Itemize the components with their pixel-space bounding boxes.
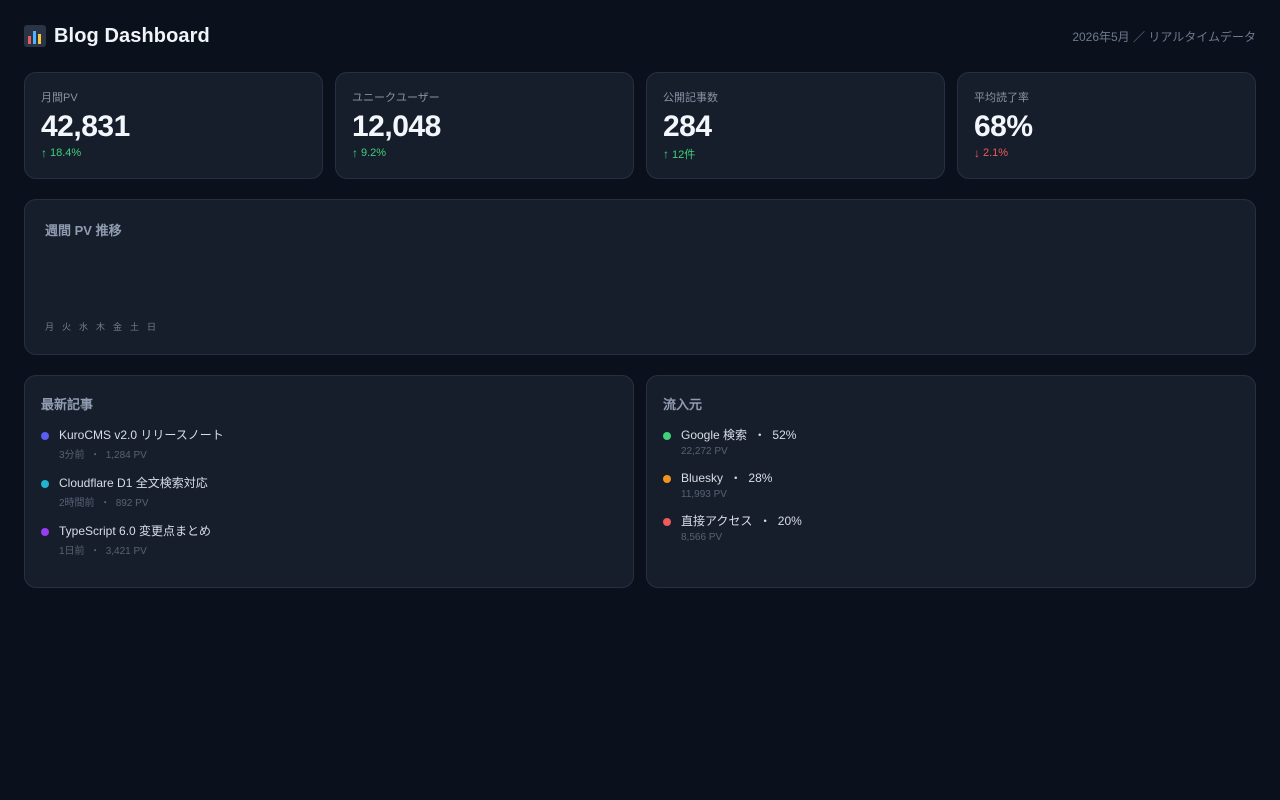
date-subtitle: 2026年5月 ／ リアルタイムデータ — [1072, 29, 1256, 44]
source-name-line: Google 検索 ・ 52% — [681, 427, 1239, 443]
post-item[interactable]: KuroCMS v2.0 リリースノート 3分前 ・ 1,284 PV — [41, 427, 617, 461]
chart-plot-area — [45, 250, 1235, 320]
stat-delta-value: 12件 — [672, 149, 696, 161]
post-pv: 892 PV — [115, 498, 149, 509]
stat-label: 月間PV — [41, 92, 78, 104]
stat-label: 平均読了率 — [974, 92, 1029, 104]
traffic-sources-panel: 流入元 Google 検索 ・ 52% 22,272 PV Bluesky ・ … — [646, 375, 1256, 588]
bar-chart-icon — [24, 25, 46, 47]
post-time: 1日前 — [59, 546, 85, 557]
source-item: 直接アクセス ・ 20% 8,566 PV — [663, 513, 1239, 543]
source-item: Bluesky ・ 28% 11,993 PV — [663, 470, 1239, 500]
arrow-up-icon: ↑ — [352, 146, 358, 160]
stat-delta-value: 9.2% — [361, 147, 387, 159]
stat-value: 12,048 — [352, 110, 441, 143]
chart-x-tick-label: 火 — [62, 322, 72, 332]
stat-card-unique-users: ユニークユーザー 12,048 ↑ 9.2% — [335, 72, 634, 179]
post-title[interactable]: TypeScript 6.0 変更点まとめ — [59, 523, 617, 539]
post-item[interactable]: TypeScript 6.0 変更点まとめ 1日前 ・ 3,421 PV — [41, 523, 617, 557]
post-meta: 3分前 ・ 1,284 PV — [59, 446, 617, 461]
stat-card-published-posts: 公開記事数 284 ↑ 12件 — [646, 72, 945, 179]
meta-separator: ・ — [97, 498, 113, 509]
source-name-line: Bluesky ・ 28% — [681, 470, 1239, 486]
meta-separator: ・ — [87, 450, 103, 461]
weekly-pv-chart: 週間 PV 推移 月火水木金土日 — [24, 199, 1256, 355]
chart-x-tick-label: 日 — [147, 322, 157, 332]
source-percent: 52% — [772, 428, 797, 442]
stat-delta-value: 2.1% — [983, 147, 1009, 159]
source-percent: 20% — [777, 514, 802, 528]
meta-separator: ・ — [755, 514, 775, 528]
bottom-panels: 最新記事 KuroCMS v2.0 リリースノート 3分前 ・ 1,284 PV… — [24, 375, 1256, 588]
stat-value: 68% — [974, 110, 1033, 143]
source-pv: 11,993 PV — [681, 489, 727, 500]
chart-x-axis: 月火水木金土日 — [45, 320, 156, 333]
page-title-text: Blog Dashboard — [54, 24, 210, 47]
stat-label: ユニークユーザー — [352, 92, 440, 104]
recent-posts-title: 最新記事 — [41, 397, 94, 412]
chart-x-tick-label: 金 — [113, 322, 123, 332]
stat-label: 公開記事数 — [663, 92, 718, 104]
post-title[interactable]: Cloudflare D1 全文検索対応 — [59, 475, 617, 491]
source-name: Bluesky — [681, 471, 724, 485]
chart-x-tick-label: 土 — [130, 322, 140, 332]
post-dot-icon — [41, 480, 49, 488]
stat-delta: ↑ 18.4% — [41, 146, 306, 160]
stat-delta: ↓ 2.1% — [974, 146, 1239, 160]
recent-posts-panel: 最新記事 KuroCMS v2.0 リリースノート 3分前 ・ 1,284 PV… — [24, 375, 634, 588]
chart-x-tick-label: 水 — [79, 322, 89, 332]
stat-card-read-rate: 平均読了率 68% ↓ 2.1% — [957, 72, 1256, 179]
source-item: Google 検索 ・ 52% 22,272 PV — [663, 427, 1239, 457]
stat-delta: ↑ 12件 — [663, 146, 928, 162]
meta-separator: ・ — [726, 471, 746, 485]
post-item[interactable]: Cloudflare D1 全文検索対応 2時間前 ・ 892 PV — [41, 475, 617, 509]
source-pv: 22,272 PV — [681, 446, 728, 457]
source-name: 直接アクセス — [681, 514, 753, 528]
post-time: 2時間前 — [59, 498, 95, 509]
traffic-sources-title: 流入元 — [663, 397, 703, 412]
chart-x-tick-label: 木 — [96, 322, 106, 332]
chart-title: 週間 PV 推移 — [45, 223, 122, 238]
meta-separator: ・ — [750, 428, 770, 442]
source-dot-icon — [663, 475, 671, 483]
stat-delta: ↑ 9.2% — [352, 146, 617, 160]
stat-cards: 月間PV 42,831 ↑ 18.4% ユニークユーザー 12,048 ↑ 9.… — [24, 72, 1256, 179]
source-pv: 8,566 PV — [681, 532, 723, 543]
stat-value: 284 — [663, 110, 712, 143]
recent-posts-list: KuroCMS v2.0 リリースノート 3分前 ・ 1,284 PV Clou… — [41, 427, 617, 557]
traffic-sources-list: Google 検索 ・ 52% 22,272 PV Bluesky ・ 28% … — [663, 427, 1239, 543]
arrow-up-icon: ↑ — [663, 147, 669, 161]
header: Blog Dashboard 2026年5月 ／ リアルタイムデータ — [24, 22, 1256, 50]
post-dot-icon — [41, 432, 49, 440]
stat-delta-value: 18.4% — [50, 147, 82, 159]
post-meta: 2時間前 ・ 892 PV — [59, 494, 617, 509]
stat-card-monthly-pv: 月間PV 42,831 ↑ 18.4% — [24, 72, 323, 179]
source-dot-icon — [663, 518, 671, 526]
source-dot-icon — [663, 432, 671, 440]
post-title[interactable]: KuroCMS v2.0 リリースノート — [59, 427, 617, 443]
source-name-line: 直接アクセス ・ 20% — [681, 513, 1239, 529]
post-dot-icon — [41, 528, 49, 536]
arrow-up-icon: ↑ — [41, 146, 47, 160]
post-meta: 1日前 ・ 3,421 PV — [59, 542, 617, 557]
dashboard-page: Blog Dashboard 2026年5月 ／ リアルタイムデータ 月間PV … — [0, 0, 1280, 800]
post-time: 3分前 — [59, 450, 85, 461]
chart-x-tick-label: 月 — [45, 322, 55, 332]
post-pv: 3,421 PV — [105, 546, 147, 557]
page-title: Blog Dashboard — [24, 25, 210, 48]
post-pv: 1,284 PV — [105, 450, 147, 461]
meta-separator: ・ — [87, 546, 103, 557]
source-name: Google 検索 — [681, 428, 748, 442]
source-percent: 28% — [748, 471, 773, 485]
stat-value: 42,831 — [41, 110, 130, 143]
arrow-down-icon: ↓ — [974, 146, 980, 160]
